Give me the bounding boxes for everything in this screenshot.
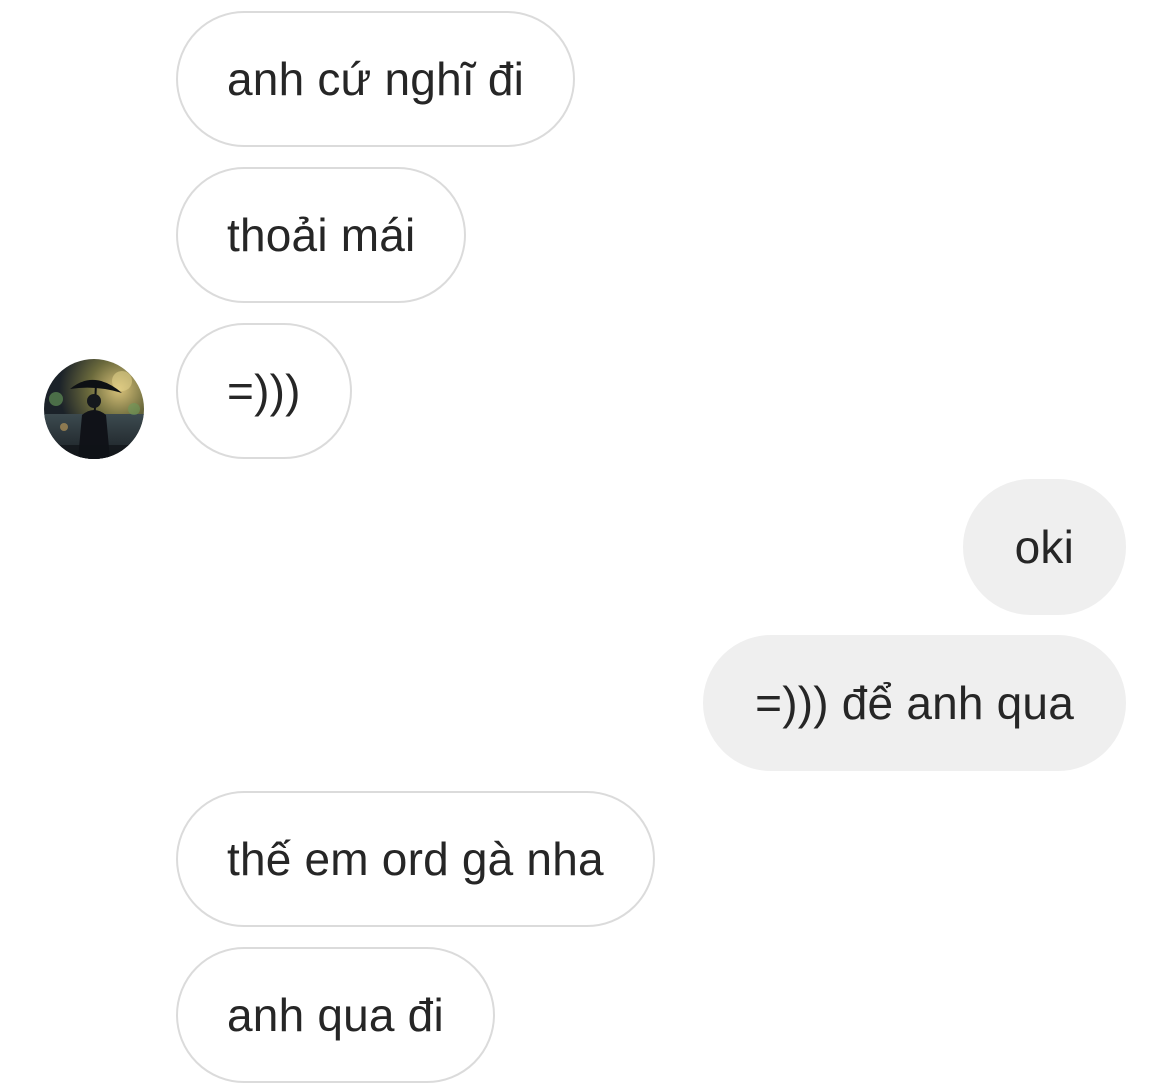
message-text: anh qua đi (227, 989, 444, 1041)
avatar-photo-icon (44, 359, 144, 459)
message-text: oki (1014, 521, 1074, 573)
message-text: =))) (227, 365, 301, 417)
message-bubble-incoming[interactable]: thế em ord gà nha (176, 791, 655, 927)
message-text: anh cứ nghĩ đi (227, 53, 525, 105)
message-bubble-outgoing[interactable]: oki (962, 479, 1126, 615)
message-text: =))) để anh qua (755, 677, 1074, 729)
message-text: thoải mái (227, 209, 416, 261)
message-bubble-incoming[interactable]: anh cứ nghĩ đi (176, 11, 576, 147)
message-bubble-incoming[interactable]: anh qua đi (176, 947, 495, 1083)
message-text: thế em ord gà nha (227, 833, 604, 885)
message-bubble-incoming[interactable]: =))) (176, 323, 352, 459)
message-bubble-incoming[interactable]: thoải mái (176, 167, 467, 303)
contact-avatar[interactable] (44, 359, 144, 459)
message-bubble-outgoing[interactable]: =))) để anh qua (703, 635, 1126, 771)
